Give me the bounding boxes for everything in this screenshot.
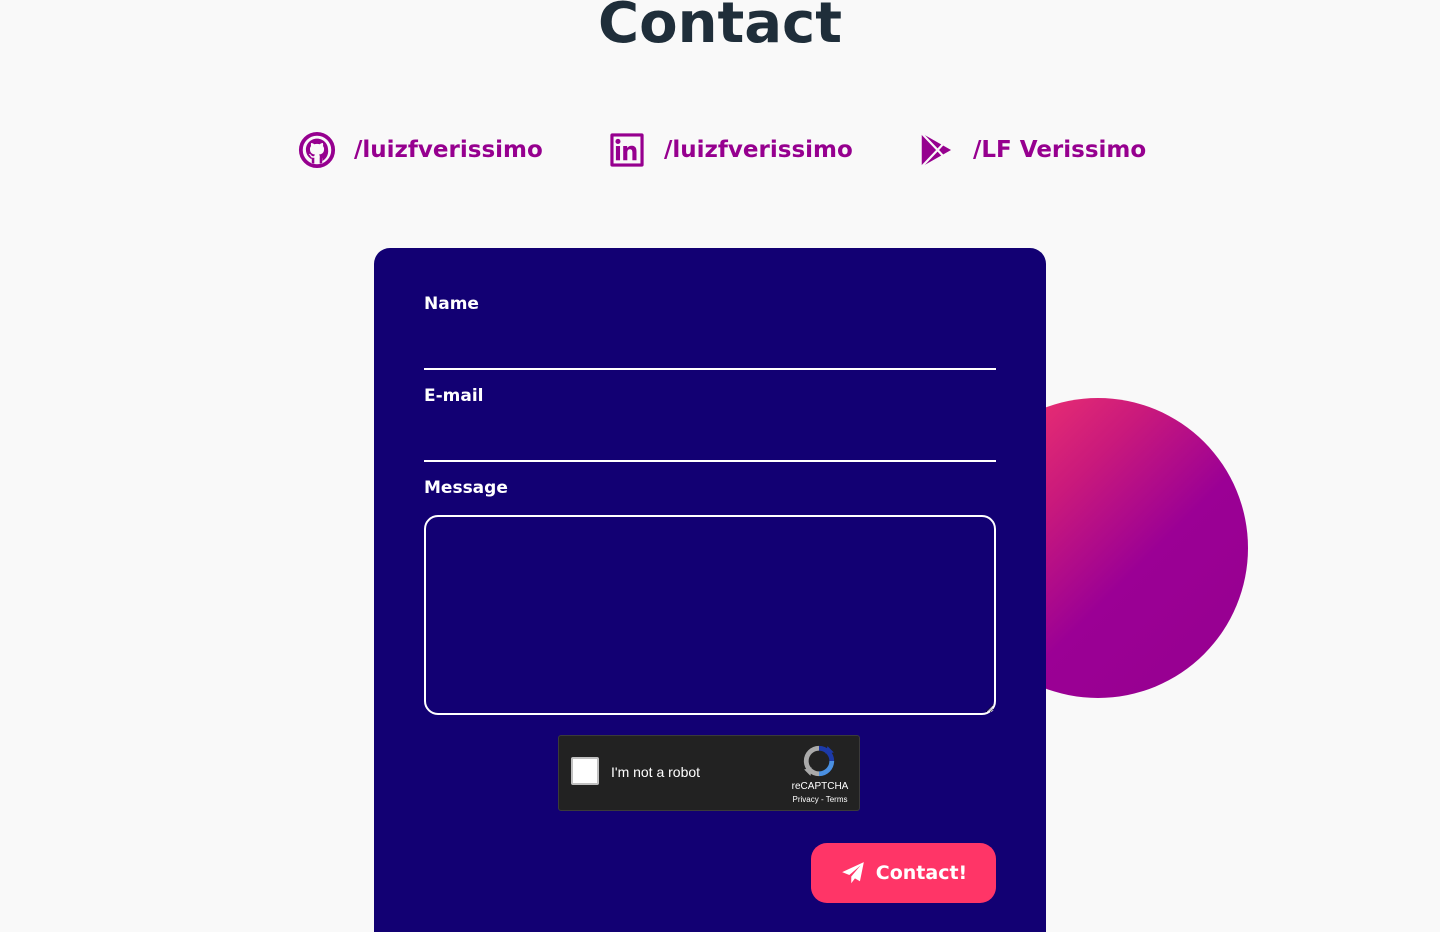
paper-plane-icon [840,860,866,886]
github-label: /luizfverissimo [354,137,543,163]
email-input[interactable] [424,428,996,462]
contact-submit-label: Contact! [875,862,968,884]
github-icon [298,131,336,169]
recaptcha-links: Privacy - Terms [785,795,855,804]
recaptcha-links-separator: - [818,795,826,804]
recaptcha-checkbox[interactable] [571,757,599,785]
recaptcha-brand: reCAPTCHA [791,781,849,792]
recaptcha-widget: I'm not a robot reCAPTCHA Privacy - Term… [558,735,860,811]
play-store-link[interactable]: /LF Verissimo [917,130,1146,170]
email-label: E-mail [424,386,484,406]
contact-submit-button[interactable]: Contact! [811,843,996,903]
recaptcha-privacy-link[interactable]: Privacy [793,795,819,804]
contact-form: Name E-mail Message I'm not a robot reCA… [374,248,1046,932]
recaptcha-label: I'm not a robot [611,764,701,780]
message-textarea[interactable] [424,515,996,715]
github-link[interactable]: /luizfverissimo [298,130,543,170]
play-store-label: /LF Verissimo [973,137,1147,163]
linkedin-icon [608,131,646,169]
contact-page: Contact /luizfverissimo /luizfverissimo [0,0,1440,932]
recaptcha-terms-link[interactable]: Terms [826,795,848,804]
name-label: Name [424,294,479,314]
linkedin-link[interactable]: /luizfverissimo [608,130,853,170]
play-store-icon [917,131,955,169]
name-input[interactable] [424,336,996,370]
page-title: Contact [598,0,842,56]
linkedin-label: /luizfverissimo [664,137,853,163]
message-label: Message [424,478,508,498]
recaptcha-logo-icon [802,744,836,778]
